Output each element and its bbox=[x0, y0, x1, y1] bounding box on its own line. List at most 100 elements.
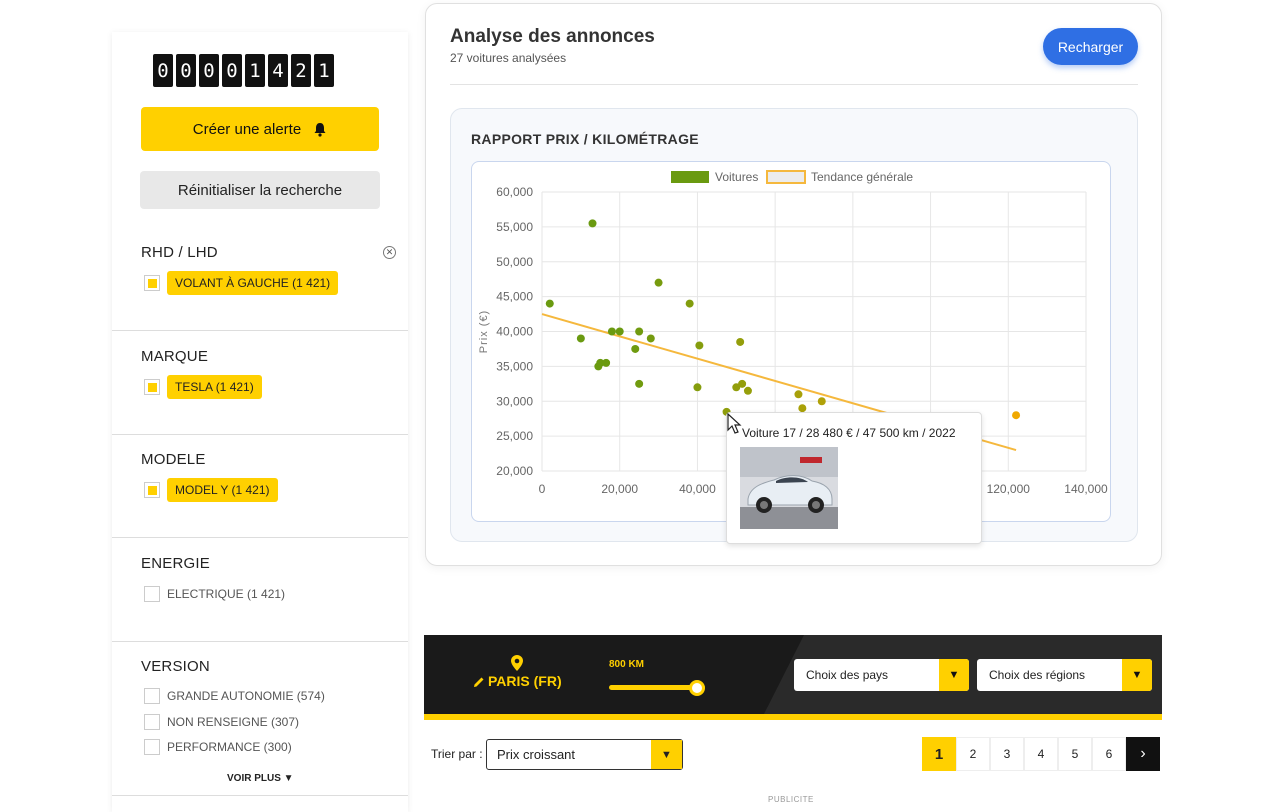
filter-chip: VOLANT À GAUCHE (1 421) bbox=[167, 271, 339, 295]
y-tick-label: 60,000 bbox=[496, 185, 533, 199]
tooltip-text: Voiture 17 / 28 480 € / 47 500 km / 2022 bbox=[742, 426, 956, 440]
filter-option[interactable]: TESLA (1 421) bbox=[144, 375, 262, 399]
y-tick-label: 20,000 bbox=[496, 464, 533, 478]
data-point bbox=[736, 337, 745, 346]
chevron-down-icon: ▼ bbox=[651, 740, 682, 769]
data-point bbox=[1012, 411, 1021, 420]
filter-option[interactable]: NON RENSEIGNE (307) bbox=[144, 714, 299, 730]
data-point bbox=[607, 327, 616, 336]
region-select[interactable]: Choix des régions ▼ bbox=[977, 659, 1152, 691]
filter-option-label: GRANDE AUTONOMIE (574) bbox=[167, 689, 325, 703]
counter-digit: 2 bbox=[291, 54, 311, 87]
filter-marque: MARQUE TESLA (1 421) bbox=[112, 331, 408, 435]
see-more-link[interactable]: VOIR PLUS ▼ bbox=[227, 773, 294, 784]
page-button-1[interactable]: 1 bbox=[922, 737, 956, 771]
divider bbox=[450, 84, 1138, 85]
filter-title: MODELE bbox=[141, 451, 206, 468]
pencil-icon[interactable] bbox=[473, 676, 485, 688]
counter-digit: 1 bbox=[245, 54, 265, 87]
filter-rhd-lhd: RHD / LHD ✕ VOLANT À GAUCHE (1 421) bbox=[112, 228, 408, 331]
data-point bbox=[654, 278, 663, 287]
checkbox[interactable] bbox=[144, 688, 160, 704]
sort-select-value: Prix croissant bbox=[497, 747, 576, 762]
create-alert-label: Créer une alerte bbox=[192, 120, 302, 138]
filter-title: RHD / LHD bbox=[141, 244, 218, 261]
filter-option[interactable]: VOLANT À GAUCHE (1 421) bbox=[144, 271, 339, 295]
reload-button[interactable]: Recharger bbox=[1043, 28, 1138, 65]
data-point bbox=[615, 327, 624, 336]
data-point bbox=[631, 344, 640, 353]
data-point bbox=[576, 334, 585, 343]
create-alert-button[interactable]: Créer une alerte bbox=[141, 107, 379, 151]
location-city[interactable]: PARIS (FR) bbox=[488, 673, 562, 689]
filter-option[interactable]: PERFORMANCE (300) bbox=[144, 739, 292, 755]
page-button-3[interactable]: 3 bbox=[990, 737, 1024, 771]
page-button-6[interactable]: 6 bbox=[1092, 737, 1126, 771]
sort-label: Trier par : bbox=[431, 747, 483, 761]
data-point bbox=[695, 341, 704, 350]
distance-slider-handle[interactable] bbox=[689, 680, 705, 696]
page-button-2[interactable]: 2 bbox=[956, 737, 990, 771]
data-point bbox=[602, 358, 611, 367]
chevron-down-icon: ▼ bbox=[1122, 659, 1152, 691]
legend-label-voitures: Voitures bbox=[715, 170, 758, 184]
data-point bbox=[646, 334, 655, 343]
checkbox[interactable] bbox=[144, 275, 160, 291]
reload-label: Recharger bbox=[1057, 38, 1124, 55]
clear-filter-icon[interactable]: ✕ bbox=[383, 246, 396, 259]
y-tick-label: 35,000 bbox=[496, 359, 533, 373]
data-point bbox=[635, 379, 644, 388]
filter-option[interactable]: GRANDE AUTONOMIE (574) bbox=[144, 688, 325, 704]
filter-modele: MODELE MODEL Y (1 421) bbox=[112, 435, 408, 538]
y-tick-label: 25,000 bbox=[496, 429, 533, 443]
checkbox[interactable] bbox=[144, 379, 160, 395]
data-point bbox=[738, 379, 747, 388]
counter-digit: 0 bbox=[199, 54, 219, 87]
x-tick-label: 140,000 bbox=[1064, 482, 1108, 496]
page-button-4[interactable]: 4 bbox=[1024, 737, 1058, 771]
chart-section-title: RAPPORT PRIX / KILOMÉTRAGE bbox=[471, 131, 699, 147]
location-bar-accent bbox=[424, 714, 1162, 720]
data-point bbox=[635, 327, 644, 336]
counter-digit: 0 bbox=[153, 54, 173, 87]
filter-title: ENERGIE bbox=[141, 555, 210, 572]
country-select-label: Choix des pays bbox=[806, 668, 889, 682]
filter-option-label: PERFORMANCE (300) bbox=[167, 740, 292, 754]
reset-search-button[interactable]: Réinitialiser la recherche bbox=[140, 171, 380, 209]
location-bar: PARIS (FR) 800 KM Choix des pays ▼ Choix… bbox=[424, 635, 1162, 720]
data-point bbox=[685, 299, 694, 308]
filter-title: MARQUE bbox=[141, 348, 209, 365]
data-point bbox=[794, 390, 803, 399]
y-tick-label: 30,000 bbox=[496, 394, 533, 408]
checkbox[interactable] bbox=[144, 586, 160, 602]
bell-icon bbox=[314, 122, 326, 137]
data-point bbox=[743, 386, 752, 395]
legend-swatch-trend bbox=[766, 170, 806, 184]
results-counter: 00001421 bbox=[153, 54, 334, 87]
country-select[interactable]: Choix des pays ▼ bbox=[794, 659, 969, 691]
filter-option[interactable]: MODEL Y (1 421) bbox=[144, 478, 278, 502]
sort-select[interactable]: Prix croissant ▼ bbox=[486, 739, 683, 770]
analysis-subtitle: 27 voitures analysées bbox=[450, 51, 567, 65]
filter-version: VERSION GRANDE AUTONOMIE (574) NON RENSE… bbox=[112, 642, 408, 796]
legend-label-trend: Tendance générale bbox=[811, 170, 913, 184]
y-tick-label: 50,000 bbox=[496, 255, 533, 269]
filter-option-label: ELECTRIQUE (1 421) bbox=[167, 587, 286, 601]
pagination: 1 2 3 4 5 6 › bbox=[922, 737, 1160, 771]
chevron-down-icon: ▼ bbox=[939, 659, 969, 691]
filter-chip: TESLA (1 421) bbox=[167, 375, 262, 399]
counter-digit: 1 bbox=[314, 54, 334, 87]
filter-option[interactable]: ELECTRIQUE (1 421) bbox=[144, 586, 285, 602]
mouse-cursor-icon bbox=[727, 413, 742, 434]
checkbox[interactable] bbox=[144, 482, 160, 498]
chart-tooltip: Voiture 17 / 28 480 € / 47 500 km / 2022 bbox=[726, 412, 982, 544]
checkbox[interactable] bbox=[144, 739, 160, 755]
counter-digit: 0 bbox=[176, 54, 196, 87]
filter-chip: MODEL Y (1 421) bbox=[167, 478, 278, 502]
car-thumbnail bbox=[740, 447, 838, 529]
x-tick-label: 120,000 bbox=[987, 482, 1031, 496]
page-button-5[interactable]: 5 bbox=[1058, 737, 1092, 771]
x-tick-label: 0 bbox=[539, 482, 546, 496]
checkbox[interactable] bbox=[144, 714, 160, 730]
next-page-button[interactable]: › bbox=[1126, 737, 1160, 771]
